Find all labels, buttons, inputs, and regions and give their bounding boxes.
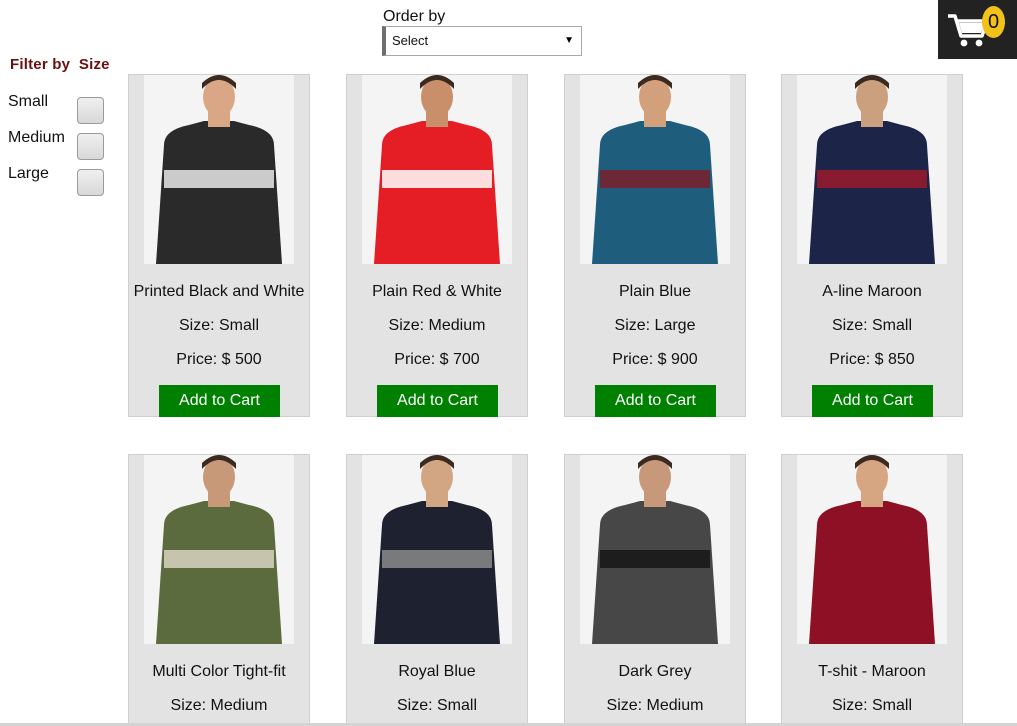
product-size: Size: Small xyxy=(396,697,478,714)
cart-count-badge: 0 xyxy=(982,6,1005,38)
product-size: Size: Large xyxy=(614,317,696,334)
product-card: T-shit - Maroon Size: Small xyxy=(781,454,963,726)
product-name: Royal Blue xyxy=(398,663,476,680)
product-card: Royal Blue Size: Small xyxy=(346,454,528,726)
product-card: Plain Red & White Size: Medium Price: $ 70… xyxy=(346,74,528,417)
product-name: A-line Maroon xyxy=(822,283,922,300)
product-size: Size: Small xyxy=(178,317,260,334)
product-size: Size: Medium xyxy=(388,317,486,334)
product-image[interactable] xyxy=(797,455,947,644)
product-image[interactable] xyxy=(797,75,947,264)
product-name: Plain Blue xyxy=(618,283,692,300)
product-image[interactable] xyxy=(362,75,512,264)
product-size: Size: Small xyxy=(831,697,913,714)
order-by-selected-value: Select xyxy=(392,33,429,48)
add-to-cart-button[interactable]: Add to Cart xyxy=(377,385,498,417)
product-image[interactable] xyxy=(144,75,294,264)
product-card: A-line Maroon Size: Small Price: $ 850 Add … xyxy=(781,74,963,417)
filter-label-small: Small xyxy=(8,93,49,110)
filter-checkbox-small[interactable] xyxy=(77,97,104,124)
order-by-select[interactable]: Select ▼ xyxy=(382,26,582,56)
shop-page: Order by Select ▼ 0 Filter by Size Small… xyxy=(0,0,1017,726)
dropdown-arrow-icon: ▼ xyxy=(564,35,574,46)
product-image[interactable] xyxy=(580,75,730,264)
filter-checkbox-medium[interactable] xyxy=(77,133,104,160)
product-price: Price: $ 700 xyxy=(394,351,480,368)
product-name: Dark Grey xyxy=(618,663,692,680)
product-image[interactable] xyxy=(362,455,512,644)
product-size: Size: Medium xyxy=(606,697,704,714)
product-size: Size: Small xyxy=(831,317,913,334)
product-image[interactable] xyxy=(580,455,730,644)
filter-title: Filter by Size xyxy=(10,56,110,73)
add-to-cart-button[interactable]: Add to Cart xyxy=(595,385,716,417)
product-card: Dark Grey Size: Medium xyxy=(564,454,746,726)
filter-label-medium: Medium xyxy=(8,129,65,146)
add-to-cart-button[interactable]: Add to Cart xyxy=(812,385,933,417)
cart-button[interactable] xyxy=(938,0,1017,59)
add-to-cart-button[interactable]: Add to Cart xyxy=(159,385,280,417)
product-size: Size: Medium xyxy=(170,697,268,714)
order-by-label: Order by xyxy=(383,8,446,25)
product-image[interactable] xyxy=(144,455,294,644)
product-name: Plain Red & White xyxy=(372,283,502,300)
product-card: Plain Blue Size: Large Price: $ 900 Add to … xyxy=(564,74,746,417)
product-price: Price: $ 500 xyxy=(176,351,262,368)
product-name: Printed Black and White xyxy=(133,283,305,300)
product-name: Multi Color Tight-fit xyxy=(152,663,286,680)
product-price: Price: $ 850 xyxy=(829,351,915,368)
product-price: Price: $ 900 xyxy=(612,351,698,368)
filter-checkbox-large[interactable] xyxy=(77,169,104,196)
filter-label-large: Large xyxy=(8,165,49,182)
product-card: Printed Black and White Size: Small Price:… xyxy=(128,74,310,417)
product-name: T-shit - Maroon xyxy=(818,663,926,680)
product-card: Multi Color Tight-fit Size: Medium xyxy=(128,454,310,726)
